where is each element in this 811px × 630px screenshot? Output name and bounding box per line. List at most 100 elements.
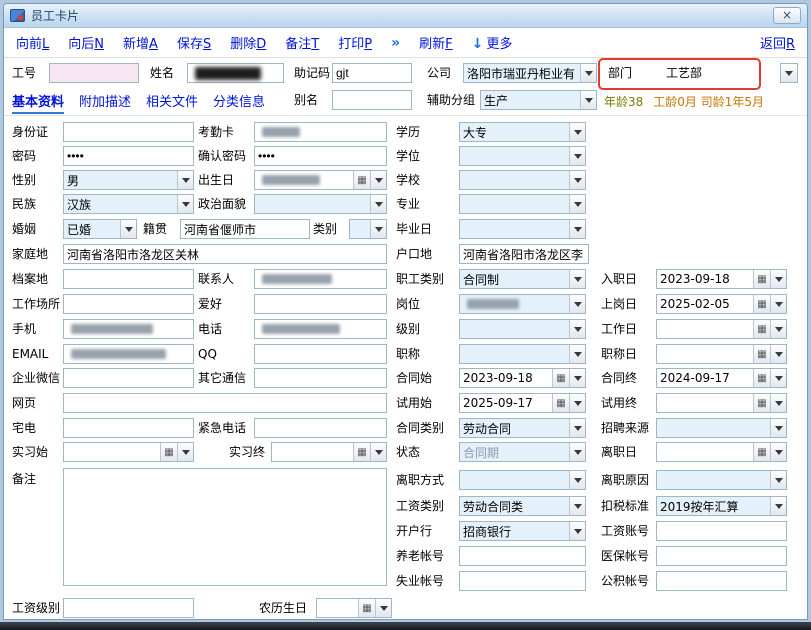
- gender-dropdown-arrow-icon[interactable]: [177, 171, 193, 189]
- leave-reason-dropdown-arrow-icon[interactable]: [770, 471, 786, 489]
- name-input[interactable]: [187, 63, 284, 83]
- title-date-dropdown-arrow-icon[interactable]: [770, 345, 786, 363]
- contract-start-calendar-icon[interactable]: ▦: [552, 369, 569, 387]
- tab-extra-description[interactable]: 附加描述: [79, 91, 131, 114]
- lunar-birthday-dropdown-arrow-icon[interactable]: [375, 599, 391, 617]
- id-card-input[interactable]: [63, 122, 194, 142]
- status-combobox[interactable]: 合同期: [459, 442, 586, 462]
- pension-account-input[interactable]: [459, 546, 586, 566]
- add-button[interactable]: 新增A: [123, 33, 158, 52]
- intern-end-picker[interactable]: ▦: [271, 442, 387, 462]
- lunar-birthday-calendar-icon[interactable]: ▦: [358, 599, 375, 617]
- school-dropdown-arrow-icon[interactable]: [569, 171, 585, 189]
- recruit-source-combobox[interactable]: [656, 418, 787, 438]
- save-button[interactable]: 保存S: [177, 33, 211, 52]
- tax-standard-dropdown-arrow-icon[interactable]: [770, 497, 786, 515]
- contract-start-picker[interactable]: 2023-09-18▦: [459, 368, 586, 388]
- aux-group-combobox[interactable]: 生产: [480, 90, 597, 110]
- contract-type-dropdown-arrow-icon[interactable]: [569, 419, 585, 437]
- tab-related-files[interactable]: 相关文件: [146, 91, 198, 114]
- salary-grade-input[interactable]: [63, 598, 194, 618]
- unemployment-account-input[interactable]: [459, 571, 586, 591]
- onboard-date-calendar-icon[interactable]: ▦: [753, 295, 770, 313]
- qq-input[interactable]: [254, 344, 387, 364]
- delete-button[interactable]: 删除D: [230, 33, 266, 52]
- post-combobox[interactable]: [459, 294, 586, 314]
- onboard-date-picker[interactable]: 2025-02-05▦: [656, 294, 787, 314]
- remark-textarea[interactable]: [63, 468, 387, 586]
- note-button[interactable]: 备注T: [285, 33, 319, 52]
- contract-end-dropdown-arrow-icon[interactable]: [770, 369, 786, 387]
- school-combobox[interactable]: [459, 170, 586, 190]
- leave-way-dropdown-arrow-icon[interactable]: [569, 471, 585, 489]
- probation-end-calendar-icon[interactable]: ▦: [753, 394, 770, 412]
- work-date-picker[interactable]: ▦: [656, 319, 787, 339]
- ethnicity-combobox[interactable]: 汉族: [63, 194, 194, 214]
- email-input[interactable]: [63, 344, 194, 364]
- phone-input[interactable]: [254, 319, 387, 339]
- political-dropdown-arrow-icon[interactable]: [370, 195, 386, 213]
- birth-date-calendar-icon[interactable]: ▦: [353, 171, 370, 189]
- ethnicity-dropdown-arrow-icon[interactable]: [177, 195, 193, 213]
- alias-input[interactable]: [332, 90, 412, 110]
- salary-type-combobox[interactable]: 劳动合同类: [459, 496, 586, 516]
- tax-standard-combobox[interactable]: 2019按年汇算: [656, 496, 787, 516]
- tab-classification[interactable]: 分类信息: [213, 91, 265, 114]
- intern-start-calendar-icon[interactable]: ▦: [160, 443, 177, 461]
- gender-combobox[interactable]: 男: [63, 170, 194, 190]
- backward-button[interactable]: 向后N: [68, 33, 104, 52]
- intern-end-calendar-icon[interactable]: ▦: [353, 443, 370, 461]
- salary-account-input[interactable]: [656, 521, 787, 541]
- lunar-birthday-picker[interactable]: ▦: [316, 598, 392, 618]
- category-combobox[interactable]: [349, 219, 387, 239]
- company-dropdown-arrow-icon[interactable]: [580, 64, 596, 82]
- employee-type-dropdown-arrow-icon[interactable]: [569, 270, 585, 288]
- education-dropdown-arrow-icon[interactable]: [569, 123, 585, 141]
- post-dropdown-arrow-icon[interactable]: [569, 295, 585, 313]
- contract-type-combobox[interactable]: 劳动合同: [459, 418, 586, 438]
- title-date-picker[interactable]: ▦: [656, 344, 787, 364]
- intern-start-dropdown-arrow-icon[interactable]: [177, 443, 193, 461]
- home-addr-input[interactable]: [63, 244, 387, 264]
- onboard-date-dropdown-arrow-icon[interactable]: [770, 295, 786, 313]
- birth-date-dropdown-arrow-icon[interactable]: [370, 171, 386, 189]
- hobby-input[interactable]: [254, 294, 387, 314]
- chevron-more-icon[interactable]: »: [391, 35, 400, 51]
- probation-start-dropdown-arrow-icon[interactable]: [569, 394, 585, 412]
- leave-date-dropdown-arrow-icon[interactable]: [770, 443, 786, 461]
- degree-dropdown-arrow-icon[interactable]: [569, 147, 585, 165]
- work-date-dropdown-arrow-icon[interactable]: [770, 320, 786, 338]
- probation-start-picker[interactable]: 2025-09-17▦: [459, 393, 586, 413]
- forward-button[interactable]: 向前L: [16, 33, 49, 52]
- department-value[interactable]: 工艺部: [666, 66, 702, 80]
- join-date-picker[interactable]: 2023-09-18▦: [656, 269, 787, 289]
- political-combobox[interactable]: [254, 194, 387, 214]
- graduation-date-dropdown-arrow-icon[interactable]: [569, 220, 585, 238]
- attendance-card-input[interactable]: [254, 122, 387, 142]
- status-dropdown-arrow-icon[interactable]: [569, 443, 585, 461]
- native-place-input[interactable]: [180, 219, 310, 239]
- leave-way-combobox[interactable]: [459, 470, 586, 490]
- intern-end-dropdown-arrow-icon[interactable]: [370, 443, 386, 461]
- company-combobox[interactable]: 洛阳市瑞亚丹柜业有: [463, 63, 597, 83]
- contract-end-picker[interactable]: 2024-09-17▦: [656, 368, 787, 388]
- aux-group-dropdown-arrow-icon[interactable]: [580, 91, 596, 109]
- website-input[interactable]: [63, 393, 387, 413]
- probation-end-picker[interactable]: ▦: [656, 393, 787, 413]
- bank-combobox[interactable]: 招商银行: [459, 521, 586, 541]
- category-dropdown-arrow-icon[interactable]: [370, 220, 386, 238]
- degree-combobox[interactable]: [459, 146, 586, 166]
- title-date-calendar-icon[interactable]: ▦: [753, 345, 770, 363]
- medical-account-input[interactable]: [656, 546, 787, 566]
- probation-start-calendar-icon[interactable]: ▦: [552, 394, 569, 412]
- education-combobox[interactable]: 大专: [459, 122, 586, 142]
- wecom-input[interactable]: [63, 368, 194, 388]
- leave-date-calendar-icon[interactable]: ▦: [753, 443, 770, 461]
- more-button[interactable]: ↓更多: [472, 33, 513, 52]
- workplace-input[interactable]: [63, 294, 194, 314]
- leave-date-picker[interactable]: ▦: [656, 442, 787, 462]
- probation-end-dropdown-arrow-icon[interactable]: [770, 394, 786, 412]
- recruit-source-dropdown-arrow-icon[interactable]: [770, 419, 786, 437]
- home-phone-input[interactable]: [63, 418, 194, 438]
- level-combobox[interactable]: [459, 319, 586, 339]
